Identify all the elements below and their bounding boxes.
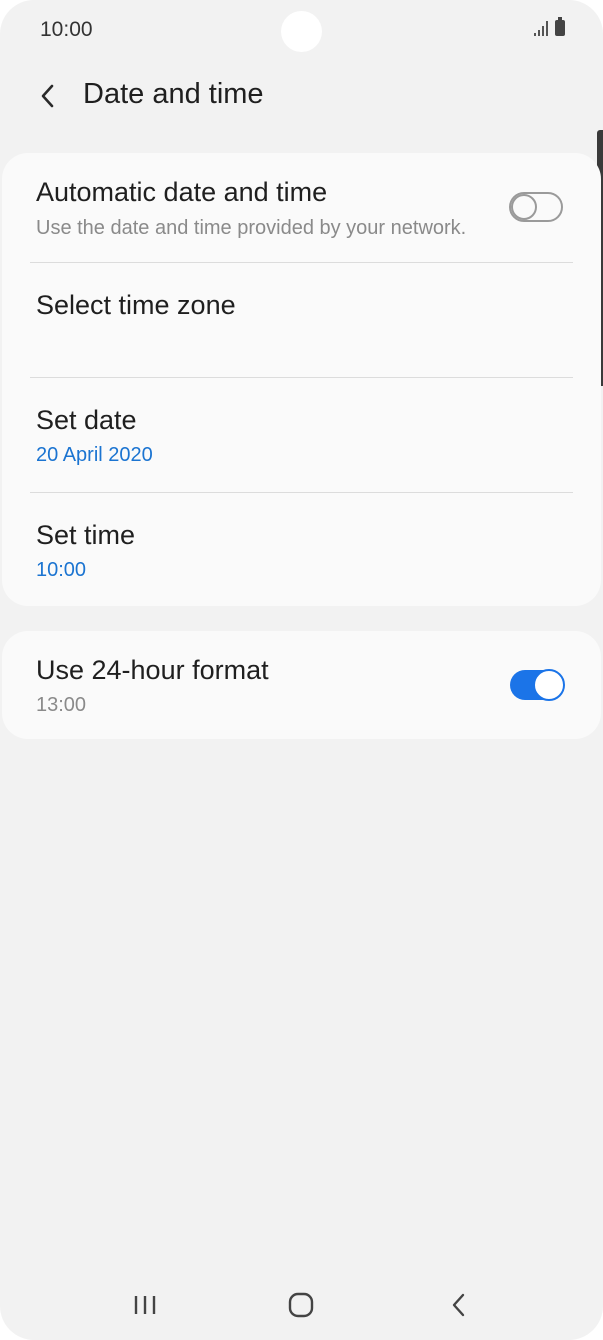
recents-icon bbox=[134, 1296, 156, 1314]
back-button[interactable] bbox=[28, 76, 68, 116]
automatic-date-time-toggle[interactable] bbox=[509, 192, 563, 222]
status-time: 10:00 bbox=[40, 18, 93, 41]
set-date-value: 20 April 2020 bbox=[36, 444, 153, 466]
hour-format-toggle[interactable] bbox=[510, 669, 565, 701]
signal-icon bbox=[534, 20, 548, 36]
row-subtitle: Use the date and time provided by your n… bbox=[36, 217, 467, 239]
row-title: Select time zone bbox=[36, 290, 236, 320]
row-title: Automatic date and time bbox=[36, 177, 328, 207]
camera-cutout bbox=[281, 11, 322, 52]
toggle-knob bbox=[511, 194, 537, 220]
page-title: Date and time bbox=[83, 78, 264, 110]
set-time-row[interactable]: Set time 10:00 bbox=[2, 493, 601, 606]
app-header: Date and time bbox=[0, 70, 603, 120]
chevron-left-icon bbox=[41, 84, 54, 108]
automatic-date-time-row[interactable]: Automatic date and time Use the date and… bbox=[2, 153, 601, 262]
format-card: Use 24-hour format 13:00 bbox=[2, 631, 601, 739]
row-title: Use 24-hour format bbox=[36, 655, 269, 685]
hour-format-row[interactable]: Use 24-hour format 13:00 bbox=[2, 631, 601, 739]
set-date-row[interactable]: Set date 20 April 2020 bbox=[2, 378, 601, 492]
home-icon bbox=[288, 1292, 314, 1318]
back-icon bbox=[452, 1293, 465, 1317]
set-time-value: 10:00 bbox=[36, 559, 87, 581]
row-title: Set time bbox=[36, 520, 136, 550]
select-time-zone-row[interactable]: Select time zone bbox=[2, 263, 601, 377]
settings-card: Automatic date and time Use the date and… bbox=[2, 153, 601, 606]
status-bar: 10:00 bbox=[0, 0, 603, 60]
phone-screen: 10:00 Date and time Automatic date and t… bbox=[0, 0, 603, 1340]
status-icons bbox=[534, 17, 565, 36]
nav-back-button[interactable] bbox=[429, 1280, 489, 1330]
home-button[interactable] bbox=[271, 1280, 331, 1330]
navigation-bar bbox=[0, 1270, 603, 1340]
row-title: Set date bbox=[36, 405, 137, 435]
battery-icon bbox=[555, 17, 565, 36]
row-subtitle: 13:00 bbox=[36, 694, 87, 716]
toggle-knob bbox=[533, 669, 565, 701]
recents-button[interactable] bbox=[115, 1280, 175, 1330]
